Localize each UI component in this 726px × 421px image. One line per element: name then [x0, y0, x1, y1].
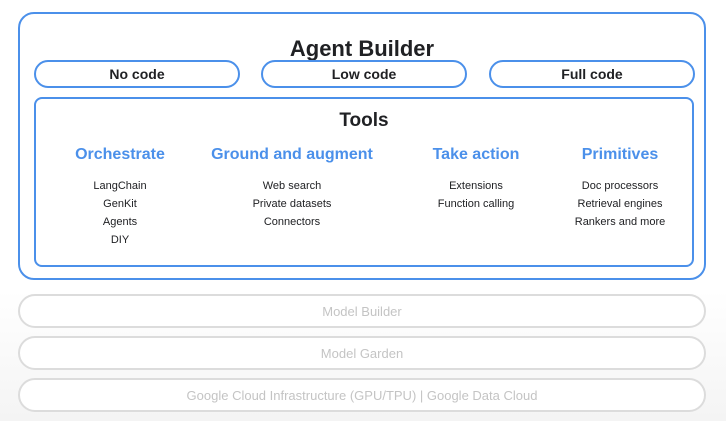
layer-model-garden: Model Garden: [18, 336, 706, 370]
mode-full-code: Full code: [489, 60, 695, 88]
column-primitives: Primitives Doc processors Retrieval engi…: [530, 146, 710, 231]
column-heading: Ground and augment: [211, 146, 373, 163]
layer-google-cloud-infrastructure: Google Cloud Infrastructure (GPU/TPU) | …: [18, 378, 706, 412]
list-item: Retrieval engines: [577, 198, 663, 210]
mode-no-code: No code: [34, 60, 240, 88]
mode-low-code: Low code: [261, 60, 467, 88]
column-ground-and-augment: Ground and augment Web search Private da…: [202, 146, 382, 231]
list-item: Private datasets: [252, 198, 332, 210]
list-item: Doc processors: [581, 180, 659, 192]
list-item: DIY: [110, 234, 130, 246]
tools-title: Tools: [339, 110, 389, 131]
tools-panel: Tools Orchestrate LangChain GenKit Agent…: [34, 97, 694, 267]
agent-builder-panel: Agent Builder No code Low code Full code…: [18, 12, 706, 280]
layer-model-builder: Model Builder: [18, 294, 706, 328]
list-item: Connectors: [263, 216, 321, 228]
list-item: Agents: [102, 216, 138, 228]
list-item: Rankers and more: [574, 216, 666, 228]
agent-builder-title: Agent Builder: [289, 36, 435, 61]
list-item: GenKit: [103, 198, 137, 210]
column-heading: Orchestrate: [75, 146, 165, 163]
list-item: LangChain: [93, 180, 147, 192]
list-item: Web search: [262, 180, 322, 192]
column-orchestrate: Orchestrate LangChain GenKit Agents DIY: [30, 146, 210, 249]
column-heading: Primitives: [581, 146, 659, 163]
